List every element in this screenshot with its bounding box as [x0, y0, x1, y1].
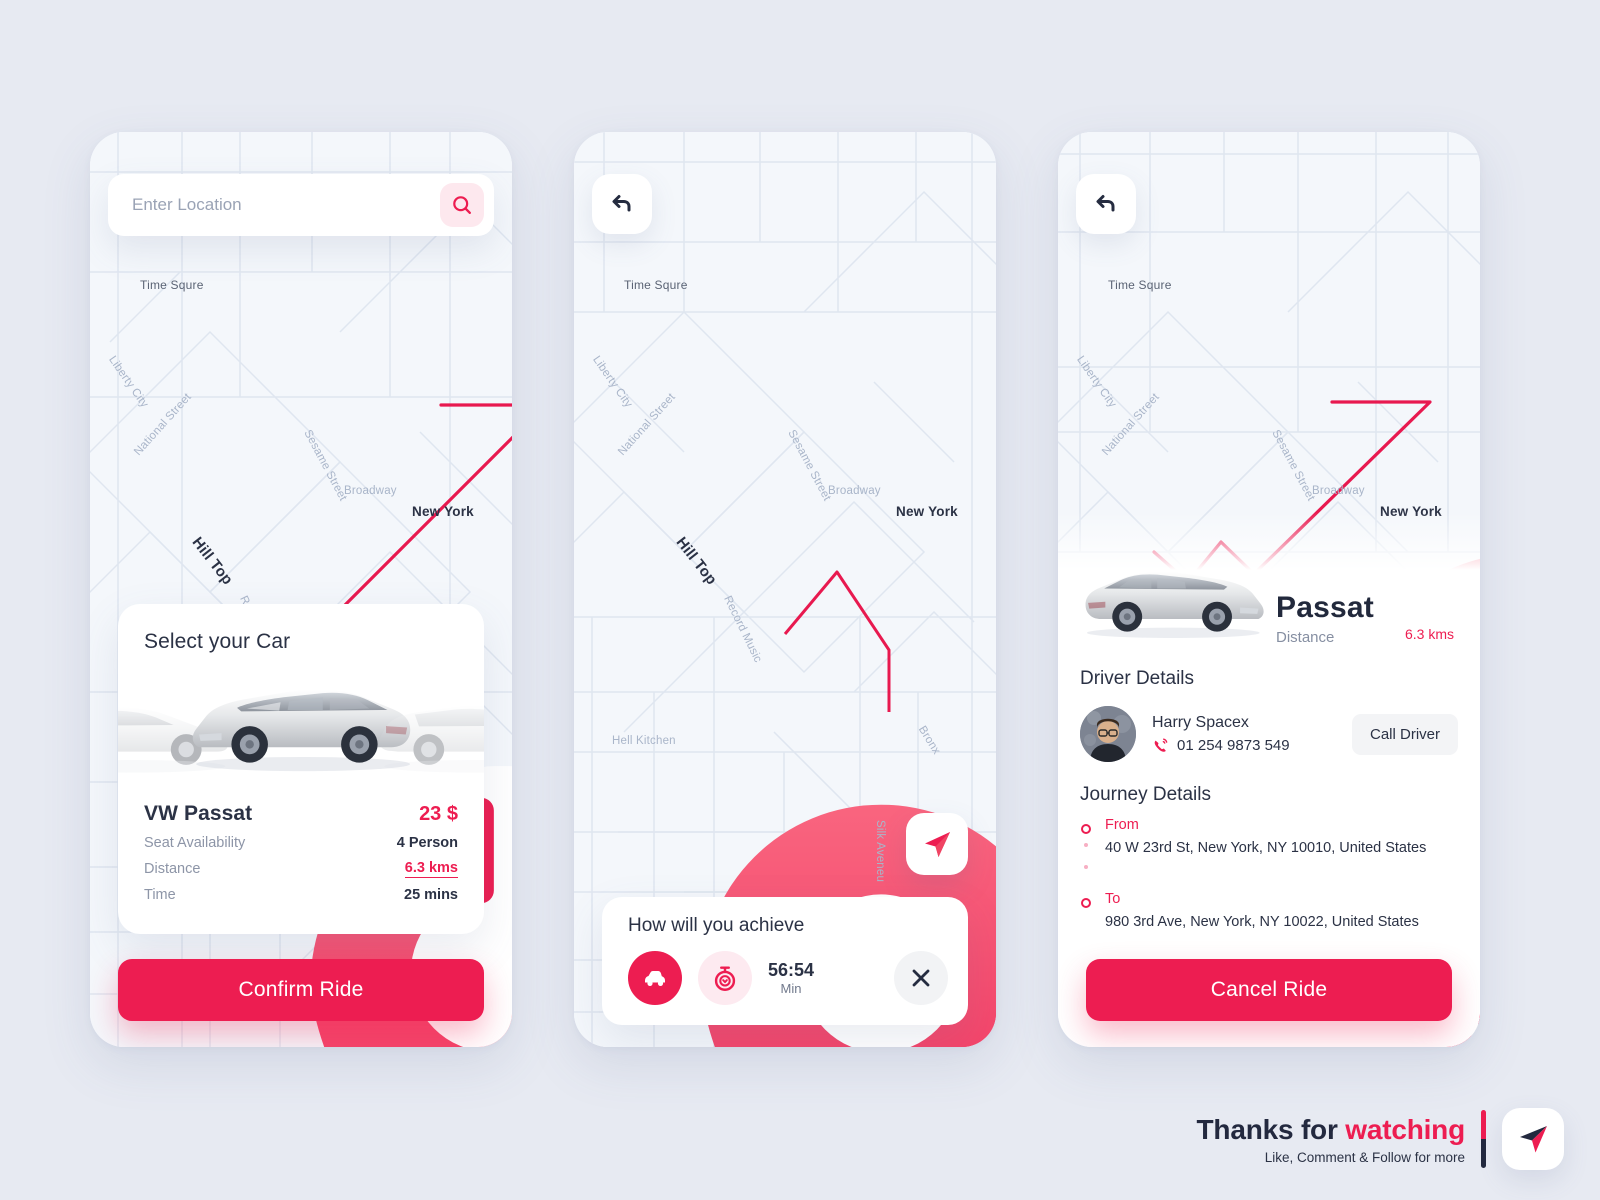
map-label-new-york-2: New York	[896, 504, 958, 519]
map-label-broadway-2: Broadway	[828, 485, 881, 497]
driver-phone-number: 01 254 9873 549	[1177, 737, 1290, 754]
mode-car-button[interactable]	[628, 951, 682, 1005]
journey-from-marker	[1080, 818, 1092, 878]
phone-call-icon	[1154, 737, 1168, 752]
journey-from-label: From	[1105, 817, 1139, 833]
map-label-broadway-3: Broadway	[1312, 485, 1365, 497]
eta-time: 56:54 Min	[768, 959, 814, 998]
car-icon	[645, 971, 665, 986]
car-name: VW Passat	[144, 802, 253, 825]
driver-info: Harry Spacex 01 254 9873 549	[1152, 714, 1290, 755]
journey-ring-icon	[1081, 824, 1091, 834]
journey-ring-icon	[1081, 898, 1091, 908]
map-label-time-square-3: Time Squre	[1108, 278, 1172, 292]
footer-text: Thanks for watching Like, Comment & Foll…	[1197, 1114, 1481, 1165]
journey-dot-icon	[1084, 843, 1088, 847]
spec-label-seats: Seat Availability	[144, 835, 246, 851]
back-button-2[interactable]	[592, 174, 652, 234]
map-label-hell-kitchen: Hell Kitchen	[612, 735, 676, 747]
recenter-location-button[interactable]	[906, 813, 968, 875]
vehicle-summary: Passat Distance 6.3 kms	[1058, 512, 1480, 646]
spec-value-distance[interactable]: 6.3 kms	[404, 860, 458, 878]
car-specs: VW Passat 23 $ Seat Availability 4 Perso…	[118, 788, 484, 903]
phone-screen-ride-details: Time Squre New York Sesame Street Libert…	[1058, 132, 1480, 1047]
select-car-card: Select your Car VW Passat 23 $ Seat Avai…	[118, 604, 484, 934]
vehicle-name: Passat	[1276, 591, 1374, 624]
footer-headline-part1: Thanks for	[1196, 1113, 1346, 1145]
car-thumb-next[interactable]	[370, 684, 484, 780]
call-driver-button[interactable]: Call Driver	[1351, 713, 1458, 755]
back-arrow-icon	[612, 195, 631, 212]
vehicle-distance-value: 6.3 kms	[1404, 626, 1454, 642]
eta-card-row: 56:54 Min	[628, 951, 948, 1005]
driver-row: Harry Spacex 01 254 9873 549 Call Driver	[1058, 690, 1480, 762]
map-label-silk-avenue: Silk Aveneu	[874, 820, 886, 883]
car-carousel[interactable]	[118, 668, 484, 788]
search-icon	[453, 196, 471, 214]
spec-label-time: Time	[144, 887, 176, 903]
cancel-ride-button[interactable]: Cancel Ride	[1086, 959, 1452, 1021]
phone-screen-select-car: Time Squre New York Sesame Street Libert…	[90, 132, 512, 1047]
journey-to-label: To	[1105, 891, 1121, 907]
back-arrow-icon	[1096, 195, 1115, 212]
eta-card-title: How will you achieve	[628, 915, 805, 936]
search-button[interactable]	[440, 183, 484, 227]
spec-value-time: 25 mins	[404, 887, 458, 903]
spec-row-seats: Seat Availability 4 Person	[144, 835, 458, 851]
car-image-passat	[1085, 571, 1264, 638]
car-name-price-row: VW Passat 23 $	[144, 802, 458, 826]
close-icon	[912, 969, 930, 987]
confirm-ride-button[interactable]: Confirm Ride	[118, 959, 484, 1021]
ride-details-sheet: Passat Distance 6.3 kms Driver Details H…	[1058, 512, 1480, 1047]
spec-row-time: Time 25 mins	[144, 887, 458, 903]
driver-details-title: Driver Details	[1080, 668, 1195, 689]
footer-divider	[1481, 1110, 1486, 1168]
journey-from-address: 40 W 23rd St, New York, NY 10010, United…	[1105, 839, 1427, 856]
map-label-broadway: Broadway	[344, 485, 397, 497]
stopwatch-icon	[714, 966, 736, 991]
select-car-title: Select your Car	[144, 630, 291, 653]
journey-from-text: From 40 W 23rd St, New York, NY 10010, U…	[1105, 817, 1427, 857]
map-label-time-square-2: Time Squre	[624, 278, 688, 292]
location-search-bar[interactable]	[108, 174, 494, 236]
driver-phone-row: 01 254 9873 549	[1152, 737, 1290, 755]
timer-button[interactable]	[698, 951, 752, 1005]
footer-logo	[1502, 1108, 1564, 1170]
spec-row-distance: Distance 6.3 kms	[144, 860, 458, 878]
eta-time-unit: Min	[780, 981, 802, 997]
paper-plane-icon	[1520, 1126, 1547, 1153]
map-label-new-york: New York	[412, 504, 474, 519]
journey-to-text: To 980 3rd Ave, New York, NY 10022, Unit…	[1105, 891, 1419, 931]
journey-to-marker	[1080, 892, 1092, 908]
driver-avatar	[1080, 706, 1136, 762]
footer-branding: Thanks for watching Like, Comment & Foll…	[1197, 1108, 1564, 1170]
car-price: 23 $	[419, 802, 458, 825]
map-label-time-square: Time Squre	[140, 278, 204, 292]
design-canvas: Time Squre New York Sesame Street Libert…	[0, 0, 1600, 1200]
footer-headline-part2: watching	[1345, 1113, 1465, 1145]
journey-to-address: 980 3rd Ave, New York, NY 10022, United …	[1105, 913, 1419, 930]
spec-value-seats: 4 Person	[396, 835, 458, 851]
journey-details: From 40 W 23rd St, New York, NY 10010, U…	[1058, 806, 1480, 931]
spec-label-distance: Distance	[144, 861, 201, 877]
driver-name: Harry Spacex	[1152, 713, 1249, 731]
vehicle-text: Passat Distance	[1276, 591, 1374, 647]
back-button-3[interactable]	[1076, 174, 1136, 234]
vehicle-distance-label: Distance	[1276, 629, 1335, 646]
eta-card: How will you achieve 56:54 Min	[602, 897, 968, 1025]
journey-details-title: Journey Details	[1080, 784, 1211, 805]
avatar	[1080, 706, 1136, 762]
search-input[interactable]	[132, 195, 440, 215]
journey-from: From 40 W 23rd St, New York, NY 10010, U…	[1080, 817, 1458, 878]
journey-dot-icon	[1084, 865, 1088, 869]
footer-headline: Thanks for watching	[1196, 1113, 1466, 1146]
journey-to: To 980 3rd Ave, New York, NY 10022, Unit…	[1080, 891, 1458, 931]
close-eta-button[interactable]	[894, 951, 948, 1005]
eta-time-value: 56:54	[768, 959, 815, 980]
footer-subtext: Like, Comment & Follow for more	[1264, 1149, 1465, 1165]
navigation-arrow-icon	[925, 832, 950, 857]
phone-screen-tracking: Time Squre New York Sesame Street Libert…	[574, 132, 996, 1047]
